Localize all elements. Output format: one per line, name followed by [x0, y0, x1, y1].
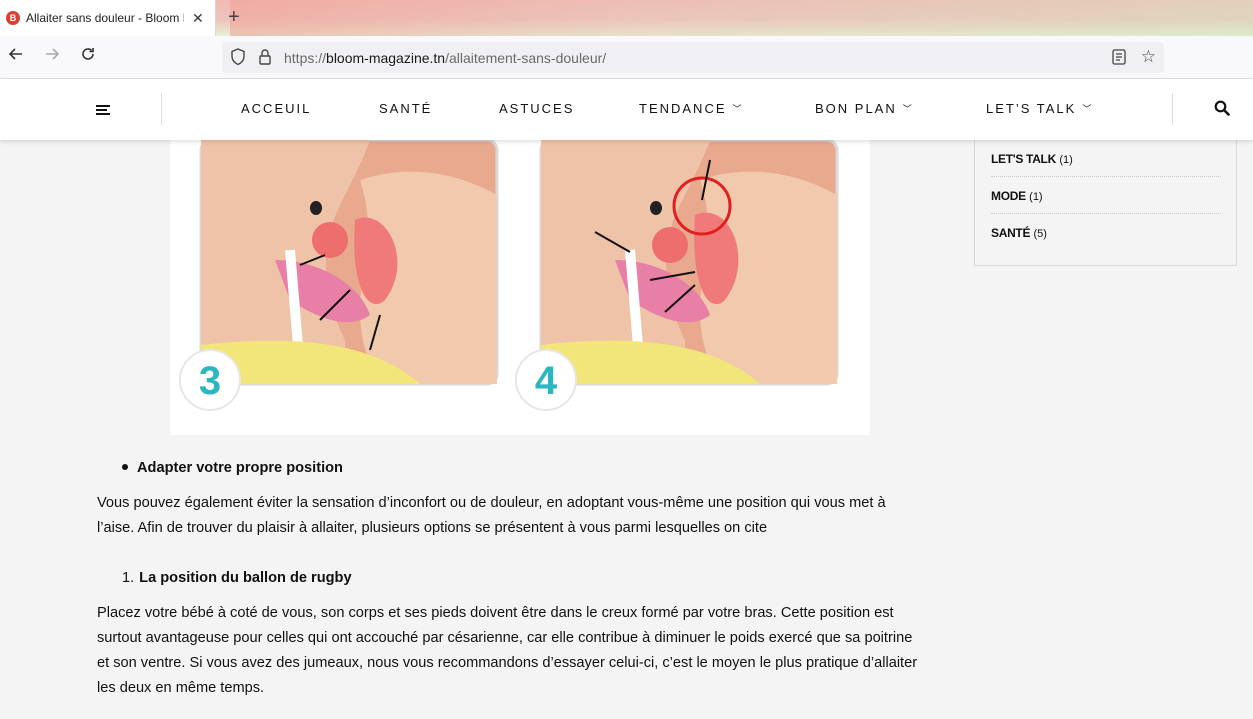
paragraph-2: Placez votre bébé à coté de vous, son co…	[97, 605, 918, 696]
nav-item-astuces[interactable]: ASTUCES	[499, 101, 574, 116]
site-header: ACCEUIL SANTÉ ASTUCES TENDANCE ﹀ BON PLAN…	[0, 79, 1253, 140]
panel-number-3: 3	[199, 359, 221, 403]
browser-tab-strip: B Allaiter sans douleur - Bloom M ✕ +	[0, 0, 1253, 36]
bloom-favicon-icon: B	[6, 11, 20, 25]
paragraph-1: Vous pouvez également éviter la sensatio…	[97, 495, 886, 536]
sidebar-categories: LET'S TALK (1) MODE (1) SANTÉ (5)	[974, 140, 1237, 266]
category-divider	[991, 176, 1221, 177]
browser-tab-active[interactable]: B Allaiter sans douleur - Bloom M ✕	[0, 0, 216, 36]
new-tab-plus-icon[interactable]: +	[228, 6, 240, 29]
breastfeeding-illustration: 3 4	[170, 138, 870, 435]
chevron-down-icon: ﹀	[732, 104, 742, 114]
search-icon[interactable]	[1214, 100, 1230, 121]
address-bar[interactable]: https://bloom-magazine.tn/allaitement-sa…	[222, 42, 1164, 73]
nav-item-tendance[interactable]: TENDANCE ﹀	[639, 101, 742, 116]
nav-item-bon-plan[interactable]: BON PLAN ﹀	[815, 101, 912, 116]
nav-item-acceuil[interactable]: ACCEUIL	[241, 101, 311, 116]
ordered-list-item: 1. La position du ballon de rugby	[122, 570, 352, 586]
bullet-heading: Adapter votre propre position	[122, 460, 343, 476]
category-divider	[991, 213, 1221, 214]
browser-toolbar: https://bloom-magazine.tn/allaitement-sa…	[0, 36, 1253, 79]
tab-strip-background	[230, 0, 1253, 36]
reload-icon[interactable]	[80, 46, 96, 67]
tab-title: Allaiter sans douleur - Bloom M	[26, 11, 184, 25]
illustration-panel-3: 3	[179, 138, 499, 411]
header-divider	[161, 93, 162, 125]
header-divider	[1172, 93, 1173, 125]
hamburger-icon[interactable]	[96, 105, 110, 117]
nav-item-lets-talk[interactable]: LET’S TALK ﹀	[986, 101, 1091, 116]
forward-arrow-icon[interactable]	[44, 46, 60, 67]
illustration-panel-4: 4	[515, 138, 839, 411]
shield-icon[interactable]	[230, 48, 246, 71]
chevron-down-icon: ﹀	[902, 104, 912, 114]
category-lets-talk[interactable]: LET'S TALK (1)	[991, 152, 1073, 166]
category-mode[interactable]: MODE (1)	[991, 189, 1043, 203]
chevron-down-icon: ﹀	[1082, 104, 1092, 114]
url-text: https://bloom-magazine.tn/allaitement-sa…	[284, 50, 607, 66]
lock-icon[interactable]	[258, 48, 272, 71]
panel-number-4: 4	[535, 359, 558, 403]
back-arrow-icon[interactable]	[8, 46, 24, 67]
tab-close-icon[interactable]: ✕	[192, 10, 204, 27]
nav-item-sante[interactable]: SANTÉ	[379, 101, 432, 116]
category-sante[interactable]: SANTÉ (5)	[991, 226, 1047, 240]
bookmark-star-icon[interactable]: ☆	[1141, 47, 1156, 67]
reader-view-icon[interactable]	[1112, 49, 1126, 70]
